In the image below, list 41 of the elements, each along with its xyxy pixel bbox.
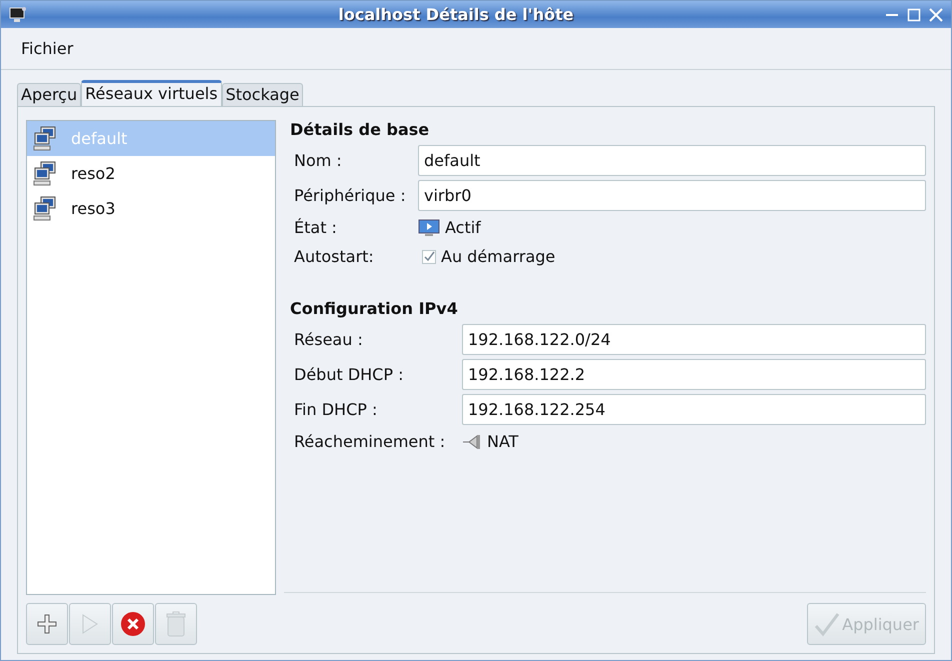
field-label: Fin DHCP : [294, 400, 378, 419]
field-label: Début DHCP : [294, 365, 404, 384]
network-name: reso2 [71, 164, 116, 183]
field-label: État : [294, 218, 338, 237]
text-field[interactable]: default [418, 145, 926, 176]
network-name: reso3 [71, 199, 116, 218]
section-heading: Détails de base [289, 120, 430, 141]
field-label: Réseau : [294, 330, 364, 349]
network-row[interactable]: reso2 [27, 156, 275, 191]
field-label: Réacheminement : [294, 432, 446, 451]
tab[interactable]: Stockage [222, 83, 304, 106]
menu-item[interactable]: Fichier [21, 39, 74, 58]
forward-value: NAT [487, 432, 518, 451]
checkbox[interactable] [422, 250, 436, 264]
network-name: default [71, 129, 128, 148]
text-field[interactable]: 192.168.122.2 [462, 359, 926, 390]
close-icon[interactable] [929, 8, 943, 22]
checkmark-icon [814, 611, 840, 637]
trash-icon [165, 611, 187, 637]
monitor-icon [9, 6, 27, 22]
text-field[interactable]: 192.168.122.254 [462, 394, 926, 425]
field-label: Autostart: [294, 247, 375, 266]
text-field[interactable]: virbr0 [418, 180, 926, 211]
plus-icon [36, 613, 58, 635]
stop-icon [120, 611, 146, 637]
state-value: Actif [445, 218, 481, 237]
field-label: Périphérique : [294, 186, 407, 205]
play-icon [81, 613, 99, 635]
add-button[interactable] [26, 603, 68, 645]
window-title: localhost Détails de l'hôte [337, 5, 575, 24]
field-label: Nom : [294, 151, 343, 170]
network-row[interactable]: reso3 [27, 191, 275, 226]
checkbox-label: Au démarrage [441, 247, 556, 266]
plug-icon [462, 432, 482, 450]
text-field[interactable]: 192.168.122.0/24 [462, 324, 926, 355]
monitor-icon [418, 218, 440, 236]
tab[interactable]: Aperçu [17, 83, 82, 106]
stop-button[interactable] [112, 603, 154, 645]
section-heading: Configuration IPv4 [289, 299, 459, 320]
tab[interactable]: Réseaux virtuels [81, 80, 222, 106]
maximize-icon[interactable] [907, 8, 921, 22]
